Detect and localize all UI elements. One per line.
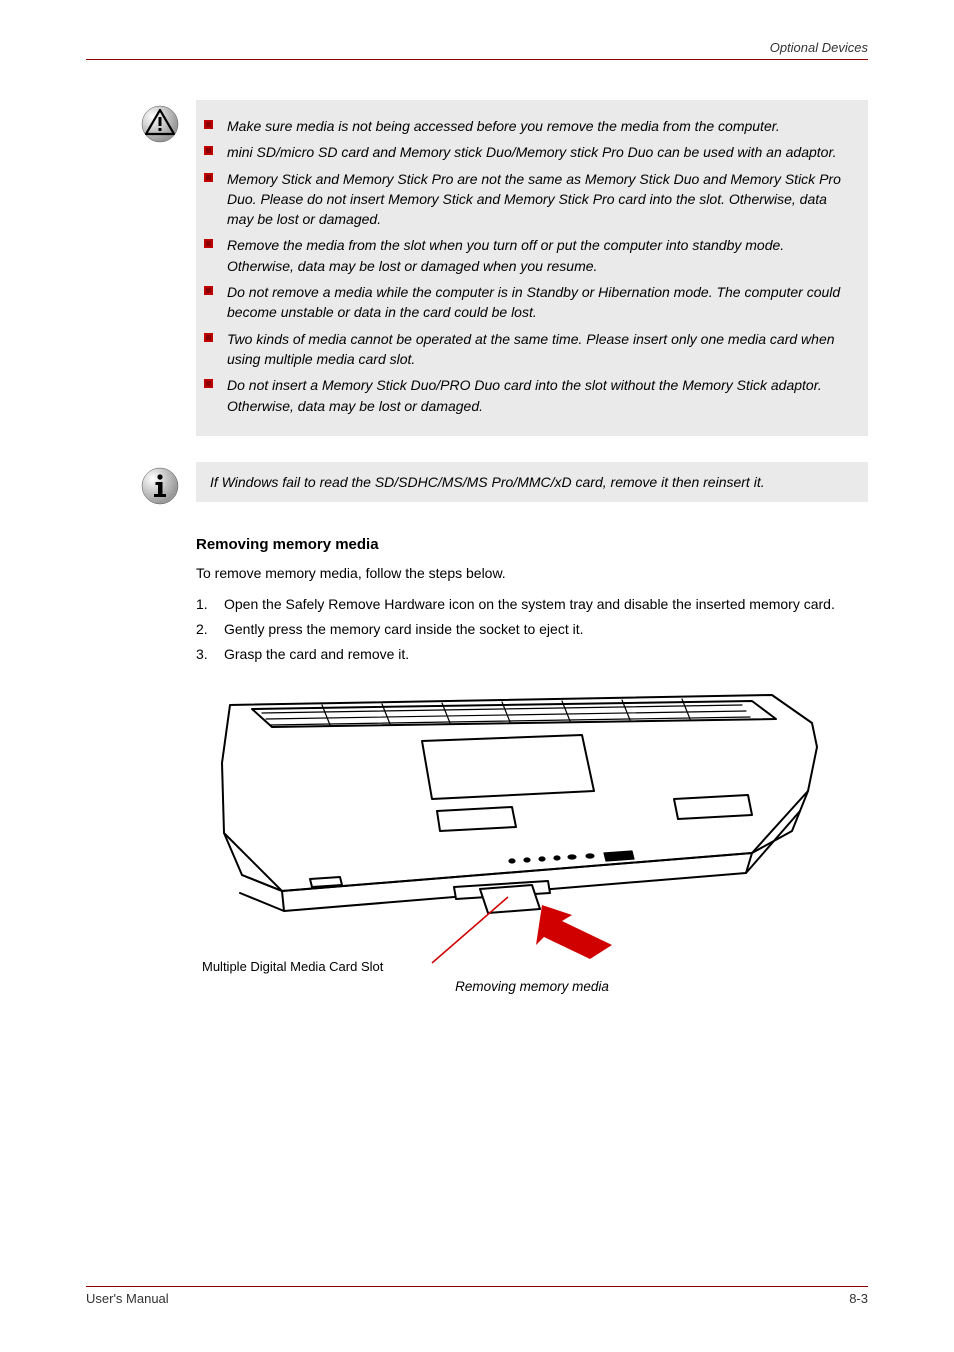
step-list: 1. Open the Safely Remove Hardware icon … [196, 594, 868, 665]
warning-icon [140, 104, 180, 144]
info-text: If Windows fail to read the SD/SDHC/MS/M… [210, 474, 765, 490]
warning-item: mini SD/micro SD card and Memory stick D… [204, 142, 854, 162]
step-item: 2. Gently press the memory card inside t… [196, 619, 868, 640]
warning-item: Remove the media from the slot when you … [204, 235, 854, 276]
laptop-illustration [212, 683, 852, 973]
page-footer: User's Manual 8-3 [86, 1286, 868, 1306]
bullet-icon [204, 239, 213, 248]
warning-item: Memory Stick and Memory Stick Pro are no… [204, 169, 854, 230]
step-item: 3. Grasp the card and remove it. [196, 644, 868, 665]
warning-text: Do not insert a Memory Stick Duo/PRO Duo… [227, 375, 854, 416]
page-header: Optional Devices [86, 40, 868, 60]
figure: Multiple Digital Media Card Slot [196, 683, 868, 973]
footer-right: 8-3 [849, 1291, 868, 1306]
step-text: Grasp the card and remove it. [224, 644, 409, 665]
bullet-icon [204, 120, 213, 129]
step-number: 1. [196, 594, 224, 615]
figure-caption: Removing memory media [196, 979, 868, 994]
warning-text: mini SD/micro SD card and Memory stick D… [227, 142, 837, 162]
warning-item: Do not remove a media while the computer… [204, 282, 854, 323]
warning-text: Do not remove a media while the computer… [227, 282, 854, 323]
step-number: 3. [196, 644, 224, 665]
warning-item: Do not insert a Memory Stick Duo/PRO Duo… [204, 375, 854, 416]
header-title: Optional Devices [770, 40, 868, 55]
warning-item: Make sure media is not being accessed be… [204, 116, 854, 136]
warning-text: Remove the media from the slot when you … [227, 235, 854, 276]
step-text: Gently press the memory card inside the … [224, 619, 584, 640]
bullet-icon [204, 286, 213, 295]
warning-item: Two kinds of media cannot be operated at… [204, 329, 854, 370]
bullet-icon [204, 333, 213, 342]
section-heading: Removing memory media [196, 536, 868, 553]
step-number: 2. [196, 619, 224, 640]
bullet-icon [204, 173, 213, 182]
warning-text: Two kinds of media cannot be operated at… [227, 329, 854, 370]
step-item: 1. Open the Safely Remove Hardware icon … [196, 594, 868, 615]
warning-text: Make sure media is not being accessed be… [227, 116, 780, 136]
warning-callout: Make sure media is not being accessed be… [196, 100, 868, 436]
info-callout: If Windows fail to read the SD/SDHC/MS/M… [196, 462, 868, 502]
bullet-icon [204, 146, 213, 155]
section-paragraph: To remove memory media, follow the steps… [196, 563, 868, 584]
footer-left: User's Manual [86, 1291, 169, 1306]
step-text: Open the Safely Remove Hardware icon on … [224, 594, 835, 615]
bullet-icon [204, 379, 213, 388]
warning-text: Memory Stick and Memory Stick Pro are no… [227, 169, 854, 230]
figure-callout-label: Multiple Digital Media Card Slot [202, 959, 383, 974]
info-icon [140, 466, 180, 506]
